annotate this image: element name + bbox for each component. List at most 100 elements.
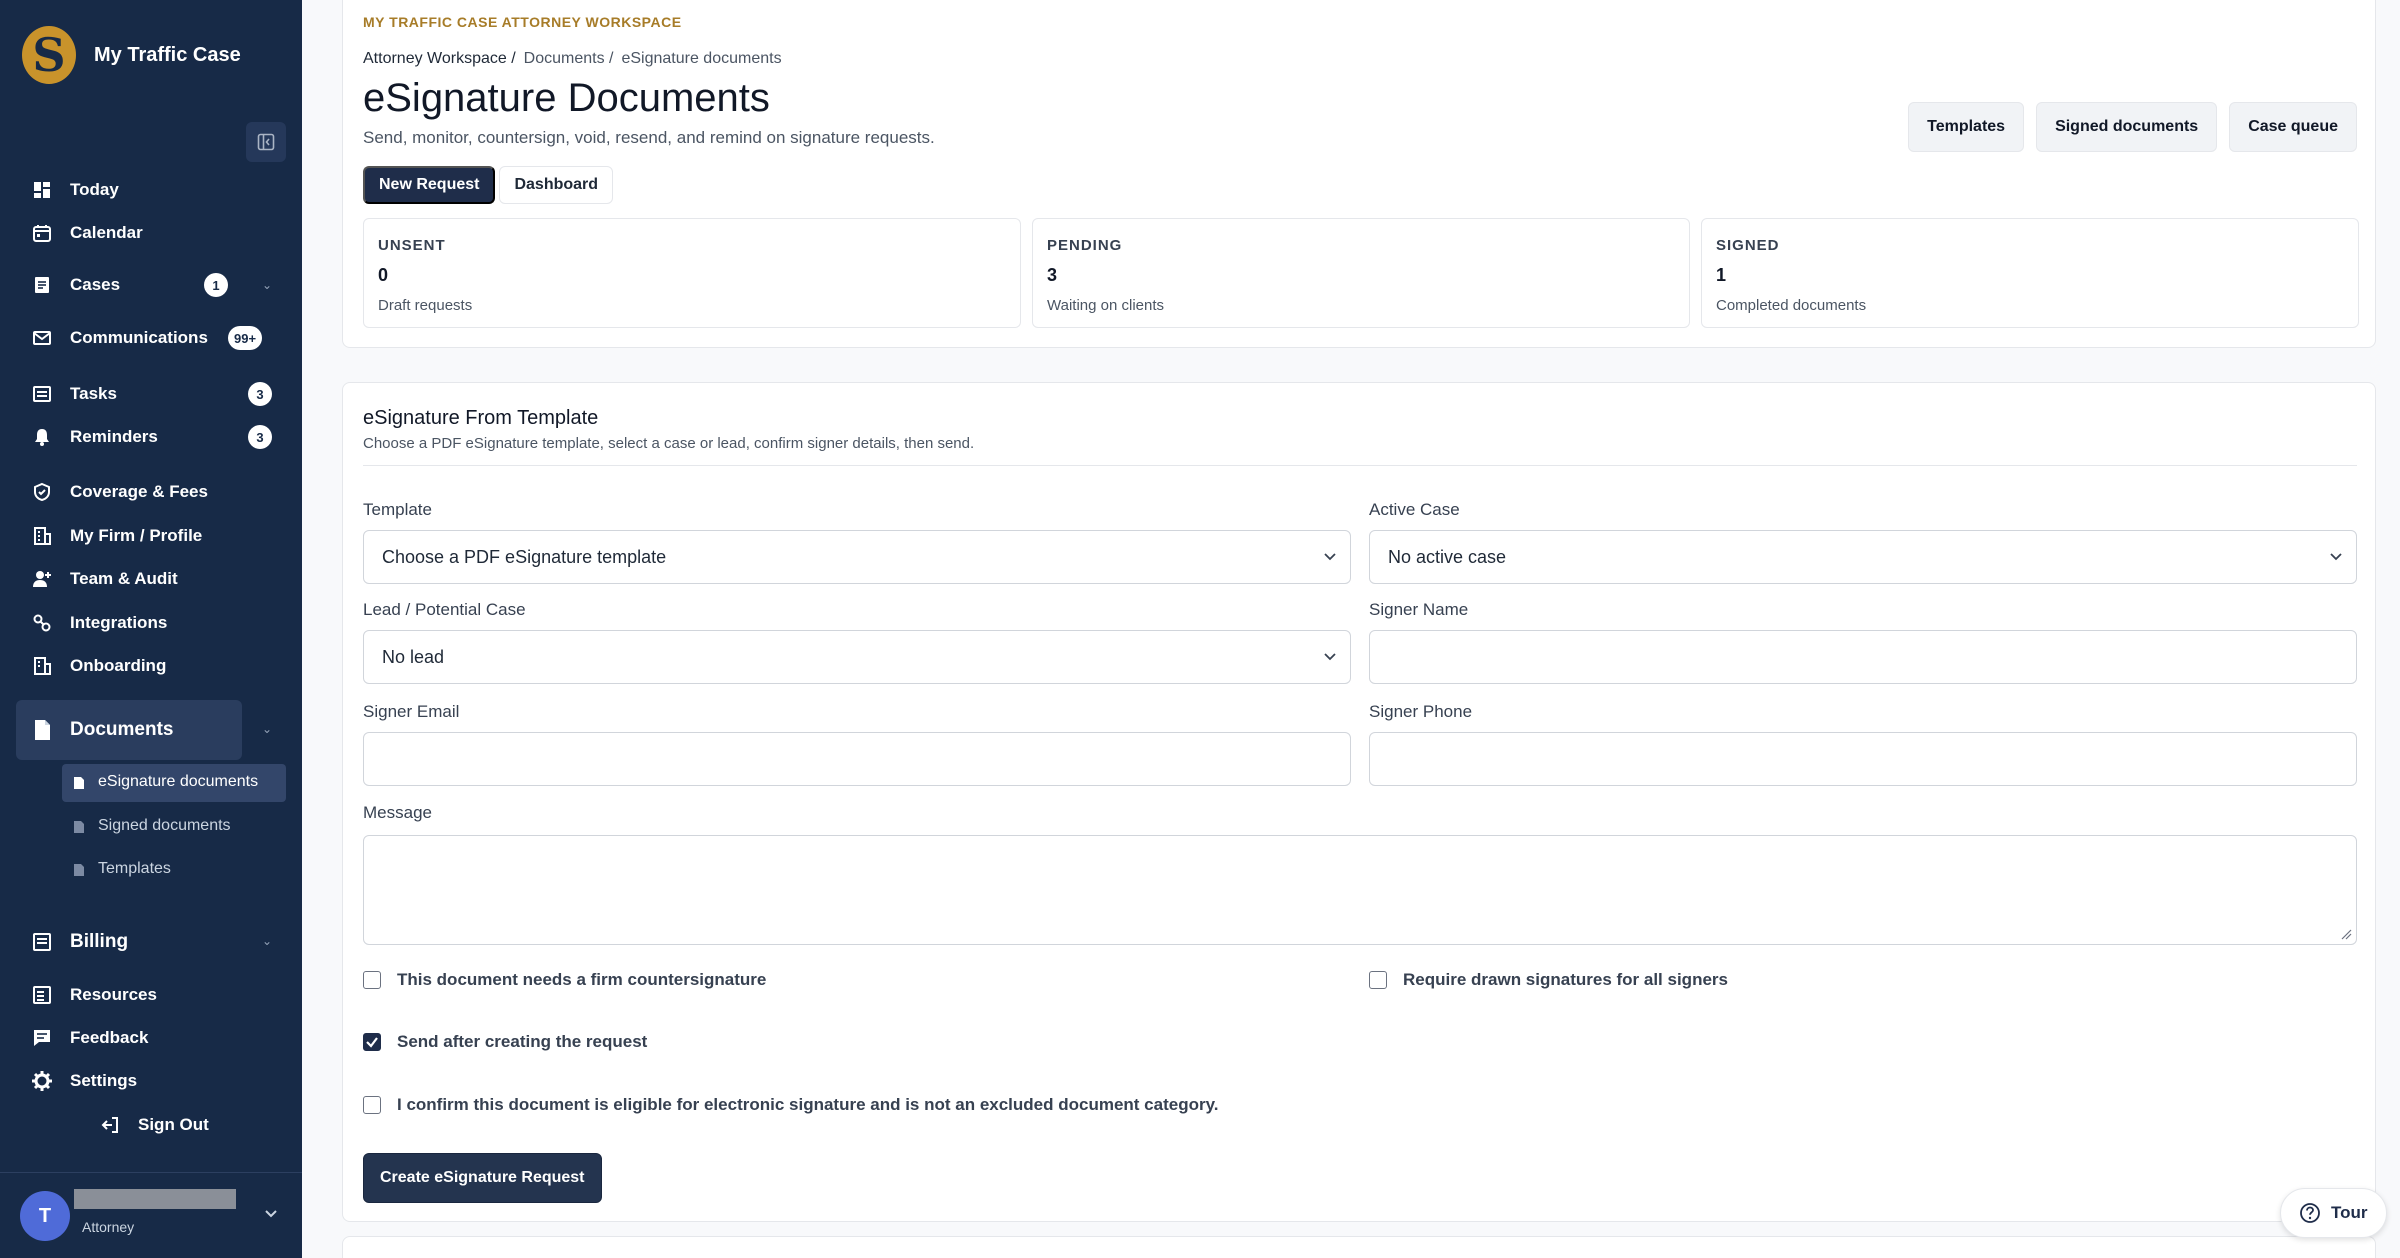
eligibility-confirm-label: I confirm this document is eligible for …	[397, 1095, 1219, 1114]
cases-count-badge: 1	[204, 273, 228, 297]
sign-out-label: Sign Out	[138, 1115, 209, 1134]
chevron-down-icon	[2330, 553, 2342, 561]
stat-label: SIGNED	[1716, 237, 1780, 254]
sidebar-item-label: Team & Audit	[70, 569, 178, 588]
chevron-down-icon[interactable]	[264, 1209, 278, 1219]
signed-documents-button[interactable]: Signed documents	[2036, 102, 2218, 152]
template-select-value: Choose a PDF eSignature template	[382, 547, 667, 567]
user-menu[interactable]: T Attorney	[0, 1172, 302, 1258]
send-after-checkbox[interactable]	[363, 1033, 381, 1051]
create-esignature-request-button[interactable]: Create eSignature Request	[363, 1153, 602, 1203]
stat-value: 0	[378, 265, 389, 285]
sidebar-item-label: Coverage & Fees	[70, 482, 208, 501]
breadcrumb-attorney-workspace[interactable]: Attorney Workspace /	[363, 50, 516, 68]
brand-name: My Traffic Case	[94, 43, 241, 66]
sidebar-item-label: Integrations	[70, 613, 168, 632]
tour-button[interactable]: Tour	[2280, 1188, 2387, 1238]
lead-select[interactable]: No lead	[363, 630, 1351, 684]
sidebar-item-label: Tasks	[70, 384, 117, 403]
sidebar-item-label: Feedback	[70, 1028, 149, 1047]
sidebar-item-billing[interactable]: Billing	[30, 925, 128, 959]
sidebar-item-team-audit[interactable]: Team & Audit	[30, 562, 178, 596]
stat-description: Draft requests	[378, 297, 473, 314]
chevron-down-icon[interactable]: ⌄	[262, 278, 272, 292]
header-actions: Templates Signed documents Case queue	[1908, 102, 2357, 152]
case-queue-button[interactable]: Case queue	[2229, 102, 2357, 152]
eligibility-confirm-checkbox[interactable]	[363, 1096, 381, 1114]
subnav-item-signed-documents[interactable]: Signed documents	[74, 817, 231, 835]
templates-button[interactable]: Templates	[1908, 102, 2025, 152]
user-plus-icon	[30, 567, 54, 591]
lead-select-value: No lead	[382, 647, 445, 667]
link-icon	[30, 611, 54, 635]
resize-handle-icon[interactable]	[2340, 928, 2352, 940]
sidebar-item-integrations[interactable]: Integrations	[30, 606, 167, 640]
document-icon	[30, 718, 54, 742]
sidebar-item-label: Cases	[70, 275, 121, 294]
sidebar-item-reminders[interactable]: Reminders	[30, 420, 158, 454]
resources-icon	[30, 983, 54, 1007]
collapse-sidebar-button[interactable]	[246, 122, 286, 162]
help-icon	[2300, 1203, 2320, 1223]
sign-out-icon	[98, 1113, 122, 1137]
chat-icon	[30, 1026, 54, 1050]
sidebar-item-documents[interactable]: Documents	[30, 713, 173, 747]
eligibility-confirm-checkbox-row[interactable]: I confirm this document is eligible for …	[363, 1095, 1219, 1115]
sidebar-item-onboarding[interactable]: Onboarding	[30, 649, 166, 683]
sidebar-item-label: Settings	[70, 1071, 138, 1090]
breadcrumb: Attorney Workspace / Documents / eSignat…	[363, 50, 782, 68]
drawn-signatures-checkbox[interactable]	[1369, 971, 1387, 989]
communications-count-badge: 99+	[228, 326, 263, 350]
tab-new-request[interactable]: New Request	[363, 166, 496, 204]
sidebar-item-my-firm-profile[interactable]: My Firm / Profile	[30, 519, 202, 553]
page-header-card: MY TRAFFIC CASE ATTORNEY WORKSPACE Attor…	[342, 0, 2376, 348]
sidebar-item-tasks[interactable]: Tasks	[30, 377, 117, 411]
avatar: T	[20, 1191, 70, 1241]
gear-icon	[30, 1069, 54, 1093]
brand[interactable]: S My Traffic Case	[22, 26, 241, 84]
signer-phone-input[interactable]	[1369, 732, 2357, 786]
subnav-item-templates[interactable]: Templates	[74, 860, 171, 878]
sidebar-item-calendar[interactable]: Calendar	[30, 216, 143, 250]
building-icon	[30, 524, 54, 548]
signer-email-input[interactable]	[363, 732, 1351, 786]
sidebar-item-communications[interactable]: Communications	[30, 321, 208, 355]
sidebar-item-resources[interactable]: Resources	[30, 978, 157, 1012]
stat-card-unsent: UNSENT 0 Draft requests	[363, 218, 1021, 328]
countersign-checkbox[interactable]	[363, 971, 381, 989]
send-after-checkbox-row[interactable]: Send after creating the request	[363, 1032, 647, 1052]
chevron-down-icon[interactable]: ⌄	[262, 722, 272, 736]
breadcrumb-documents[interactable]: Documents /	[524, 50, 614, 68]
countersign-label: This document needs a firm countersignat…	[397, 970, 767, 989]
sidebar-item-cases[interactable]: Cases	[30, 268, 120, 302]
sidebar-item-settings[interactable]: Settings	[30, 1064, 137, 1098]
sidebar-item-coverage-fees[interactable]: Coverage & Fees	[30, 475, 208, 509]
sidebar-item-today[interactable]: Today	[30, 173, 119, 207]
redacted-user-name	[74, 1189, 236, 1209]
subnav-item-esignature-documents[interactable]: eSignature documents	[74, 773, 258, 791]
message-textarea[interactable]	[363, 835, 2357, 945]
shield-icon	[30, 480, 54, 504]
sign-out-button[interactable]: Sign Out	[98, 1108, 209, 1142]
chevron-down-icon[interactable]: ⌄	[262, 934, 272, 948]
signer-name-input[interactable]	[1369, 630, 2357, 684]
active-case-select[interactable]: No active case	[1369, 530, 2357, 584]
sidebar-item-label: Billing	[70, 931, 129, 952]
subnav-item-label: Signed documents	[98, 817, 231, 834]
stat-value: 3	[1047, 265, 1058, 285]
sidebar-item-feedback[interactable]: Feedback	[30, 1021, 148, 1055]
tab-dashboard[interactable]: Dashboard	[499, 166, 614, 204]
countersign-checkbox-row[interactable]: This document needs a firm countersignat…	[363, 970, 766, 990]
sidebar-item-label: Onboarding	[70, 656, 167, 675]
template-select[interactable]: Choose a PDF eSignature template	[363, 530, 1351, 584]
brand-logo: S	[22, 26, 76, 84]
view-tabs: New Request Dashboard	[363, 166, 614, 204]
page-title: eSignature Documents	[363, 76, 770, 120]
page-subtitle: Send, monitor, countersign, void, resend…	[363, 128, 935, 147]
sidebar-toggle-icon	[257, 133, 275, 151]
lead-label: Lead / Potential Case	[363, 600, 526, 619]
file-icon	[74, 820, 84, 833]
next-section-card	[342, 1236, 2376, 1258]
workspace-eyebrow: MY TRAFFIC CASE ATTORNEY WORKSPACE	[363, 14, 682, 30]
drawn-signatures-checkbox-row[interactable]: Require drawn signatures for all signers	[1369, 970, 1728, 990]
